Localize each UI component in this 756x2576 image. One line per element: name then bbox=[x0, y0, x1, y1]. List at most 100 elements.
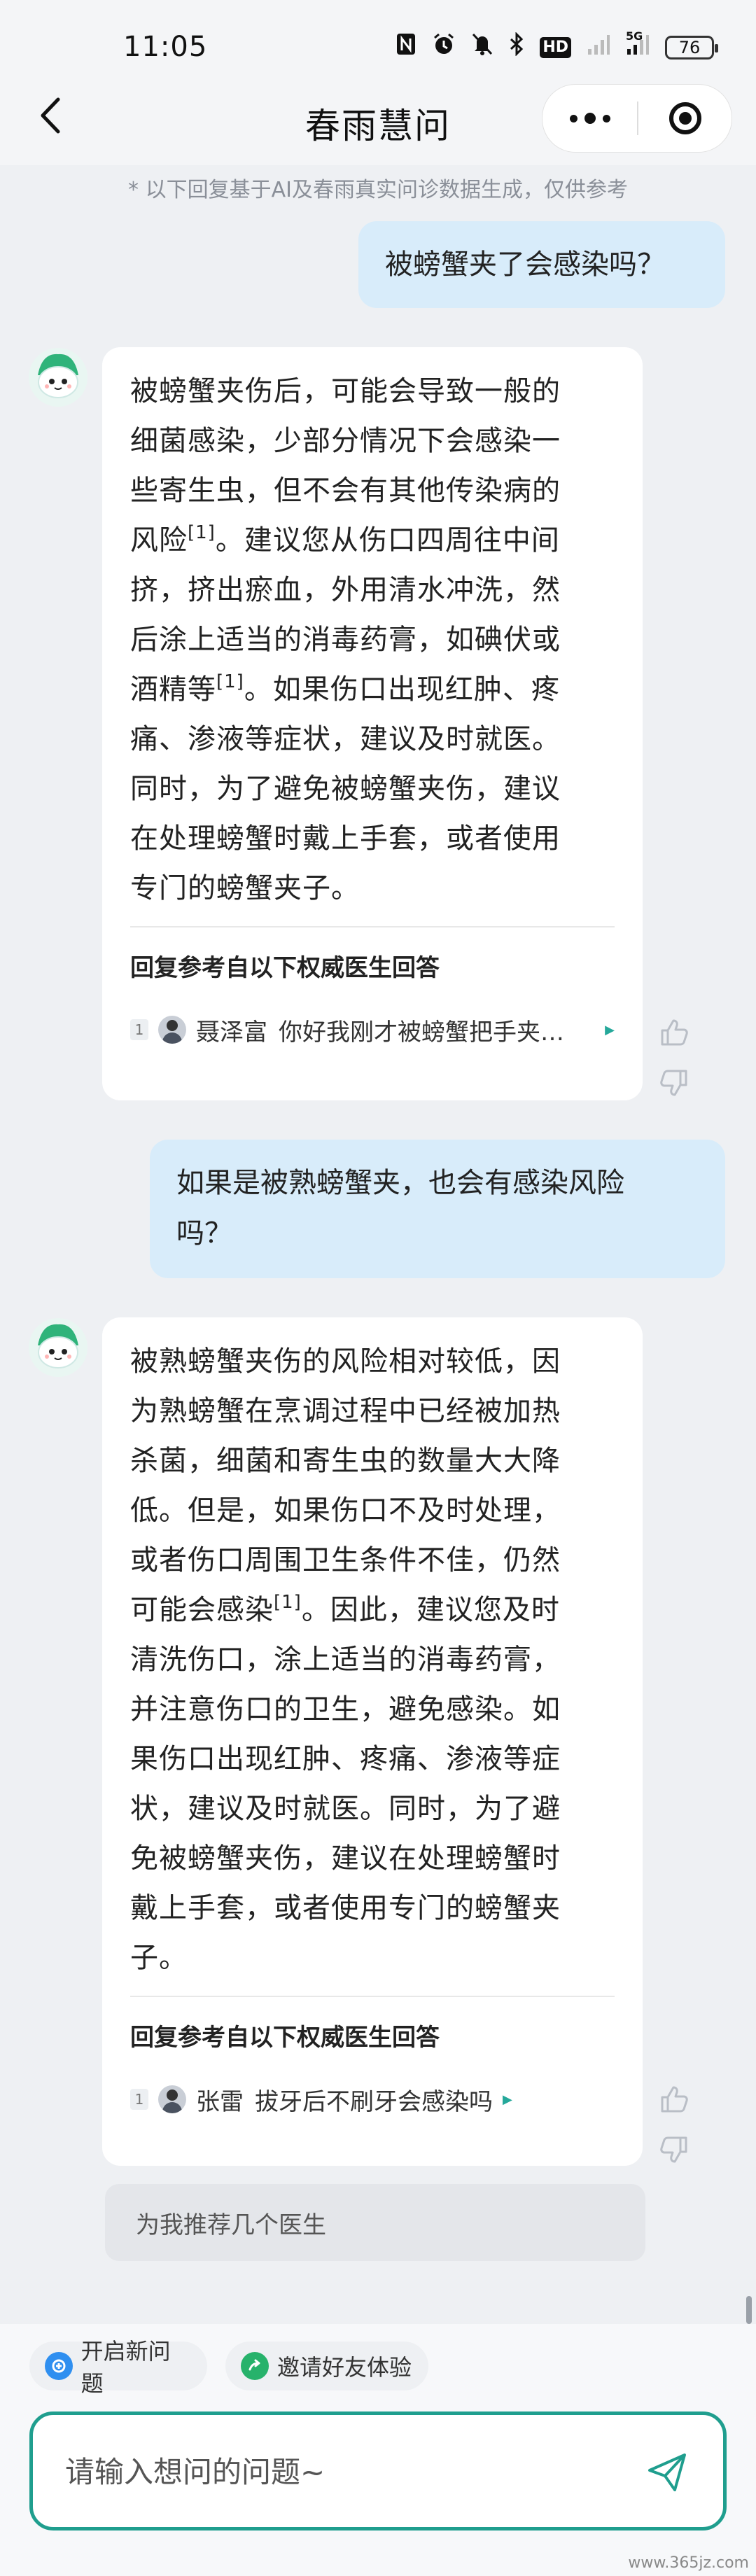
text-line: 在处理螃蟹时戴上手套，或者使用 bbox=[130, 822, 561, 855]
text-line: 后涂上适当的消毒药膏，如碘伏或 bbox=[130, 624, 561, 656]
citation-link[interactable]: [1] bbox=[216, 671, 244, 692]
mute-icon bbox=[471, 32, 493, 62]
text-line: 专门的螃蟹夹子。 bbox=[130, 872, 360, 904]
reference-question: 拔牙后不刷牙会感染吗 bbox=[255, 2087, 493, 2116]
bot-message: 被螃蟹夹伤后，可能会导致一般的 细菌感染，少部分情况下会感染一 些寄生虫，但不会… bbox=[102, 347, 643, 1100]
ai-disclaimer: * 以下回复基于AI及春雨真实问诊数据生成，仅供参考 bbox=[128, 178, 628, 202]
send-icon bbox=[648, 2454, 686, 2491]
doctor-reference-link[interactable]: 1 张雷 拔牙后不刷牙会感染吗 ▶ bbox=[130, 2082, 615, 2117]
5g-signal-icon: 5G bbox=[626, 29, 650, 62]
hd-icon: HD bbox=[540, 36, 571, 58]
text-line: 并注意伤口的卫生，避免感染。如 bbox=[130, 1693, 561, 1726]
thumbs-down-button[interactable] bbox=[658, 2134, 693, 2169]
signal-icon bbox=[587, 32, 610, 62]
send-button[interactable] bbox=[639, 2444, 695, 2500]
text-span: 酒精等 bbox=[130, 673, 216, 706]
play-arrow-icon: ▶ bbox=[503, 2092, 512, 2107]
text-line: 为熟螃蟹在烹调过程中已经被加热 bbox=[130, 1395, 561, 1427]
text-line: 酒精等[1]。如果伤口出现红肿、疼 bbox=[130, 665, 615, 715]
divider bbox=[130, 926, 615, 927]
new-question-button[interactable]: 开启新问题 bbox=[29, 2338, 207, 2397]
more-dots-icon bbox=[569, 113, 610, 124]
bot-avatar-icon bbox=[28, 1317, 88, 1378]
target-circle-icon bbox=[668, 102, 701, 134]
text-line: 风险[1]。建议您从伤口四周往中间 bbox=[130, 516, 615, 566]
text-line: 被螃蟹夹伤后，可能会导致一般的 bbox=[130, 375, 561, 407]
text-line: 可能会感染[1]。因此，建议您及时 bbox=[130, 1586, 615, 1635]
status-time: 11:05 bbox=[123, 31, 208, 63]
doctor-name: 聂泽富 bbox=[196, 1018, 267, 1046]
reference-index: 1 bbox=[130, 2089, 148, 2110]
share-icon bbox=[241, 2352, 269, 2380]
text-line: 被熟螃蟹夹伤的风险相对较低，因 bbox=[130, 1345, 561, 1378]
text-span: 。因此，建议您及时 bbox=[301, 1594, 560, 1626]
user-message-text: 如果是被熟螃蟹夹，也会有感染风险 bbox=[176, 1167, 624, 1199]
text-line: 戴上手套，或者使用专门的螃蟹夹 bbox=[130, 1892, 561, 1924]
invite-friends-label: 邀请好友体验 bbox=[277, 2354, 412, 2381]
text-line: 痛、渗液等症状，建议及时就医。 bbox=[130, 723, 561, 755]
status-icons: HD 5G 76 bbox=[396, 29, 718, 62]
doctor-reference-link[interactable]: 1 聂泽富 你好我刚才被螃蟹把手夹… ▶ bbox=[130, 1012, 615, 1047]
title-bar: 春雨慧问 bbox=[0, 70, 756, 165]
text-line: 杀菌，细菌和寄生虫的数量大大降 bbox=[130, 1445, 561, 1477]
thumbs-up-button[interactable] bbox=[658, 1016, 693, 1051]
scrollbar[interactable] bbox=[746, 2296, 752, 2324]
close-miniprogram-button[interactable] bbox=[638, 85, 732, 152]
watermark: www.365jz.com bbox=[628, 2554, 749, 2572]
text-line: 或者伤口周围卫生条件不佳，仍然 bbox=[130, 1544, 561, 1576]
text-line: 果伤口出现红肿、疼痛、渗液等症 bbox=[130, 1743, 561, 1775]
reference-title: 回复参考自以下权威医生回答 bbox=[130, 2024, 440, 2052]
text-line: 挤，挤出瘀血，外用清水冲洗，然 bbox=[130, 574, 561, 606]
text-line: 细菌感染，少部分情况下会感染一 bbox=[130, 425, 561, 457]
suggested-question-button[interactable]: 为我推荐几个医生 bbox=[105, 2184, 645, 2261]
citation-link[interactable]: [1] bbox=[274, 1592, 302, 1613]
text-line: 低。但是，如果伤口不及时处理， bbox=[130, 1494, 561, 1527]
text-line: 子。 bbox=[130, 1942, 188, 1974]
text-line: 些寄生虫，但不会有其他传染病的 bbox=[130, 475, 561, 507]
thumbs-up-icon bbox=[661, 2086, 688, 2113]
bot-avatar-icon bbox=[28, 347, 88, 407]
reference-index: 1 bbox=[130, 1019, 148, 1040]
doctor-avatar bbox=[158, 1016, 186, 1044]
text-span: 风险 bbox=[130, 524, 188, 556]
thumbs-up-icon bbox=[661, 1019, 688, 1046]
text-line: 清洗伤口，涂上适当的消毒药膏， bbox=[130, 1644, 561, 1676]
new-question-label: 开启新问题 bbox=[80, 2338, 171, 2397]
user-message-text: 吗？ bbox=[176, 1217, 232, 1250]
bluetooth-icon bbox=[509, 31, 524, 62]
reference-question: 你好我刚才被螃蟹把手夹… bbox=[279, 1018, 564, 1046]
text-line: 同时，为了避免被螃蟹夹伤，建议 bbox=[130, 773, 561, 805]
suggested-question-label: 为我推荐几个医生 bbox=[136, 2211, 326, 2239]
mini-program-capsule bbox=[542, 84, 732, 153]
user-message: 被螃蟹夹了会感染吗？ bbox=[358, 221, 725, 308]
nfc-icon bbox=[396, 32, 416, 62]
play-arrow-icon: ▶ bbox=[605, 1022, 615, 1037]
citation-link[interactable]: [1] bbox=[188, 522, 216, 543]
text-line: 状，建议及时就医。同时，为了避 bbox=[130, 1793, 561, 1825]
doctor-avatar bbox=[158, 2085, 186, 2113]
text-span: 可能会感染 bbox=[130, 1594, 274, 1626]
new-question-icon bbox=[45, 2352, 73, 2380]
reference-title: 回复参考自以下权威医生回答 bbox=[130, 954, 440, 982]
text-span: 。建议您从伤口四周往中间 bbox=[215, 524, 560, 556]
network-label: 5G bbox=[626, 29, 643, 43]
bot-message-text: 被熟螃蟹夹伤的风险相对较低，因 为熟螃蟹在烹调过程中已经被加热 杀菌，细菌和寄生… bbox=[130, 1337, 615, 1983]
battery-indicator: 76 bbox=[665, 35, 718, 59]
question-input-box bbox=[29, 2412, 727, 2530]
question-input[interactable] bbox=[64, 2450, 598, 2493]
bot-message: 被熟螃蟹夹伤的风险相对较低，因 为熟螃蟹在烹调过程中已经被加热 杀菌，细菌和寄生… bbox=[102, 1317, 643, 2166]
thumbs-down-button[interactable] bbox=[658, 1067, 693, 1102]
thumbs-down-icon bbox=[660, 2136, 687, 2163]
doctor-name: 张雷 bbox=[196, 2087, 244, 2116]
thumbs-down-icon bbox=[660, 1070, 687, 1096]
more-button[interactable] bbox=[542, 85, 637, 152]
text-span: 。如果伤口出现红肿、疼 bbox=[244, 673, 560, 706]
text-line: 免被螃蟹夹伤，建议在处理螃蟹时 bbox=[130, 1842, 561, 1875]
user-message: 如果是被熟螃蟹夹，也会有感染风险 吗？ bbox=[150, 1140, 725, 1278]
bot-message-text: 被螃蟹夹伤后，可能会导致一般的 细菌感染，少部分情况下会感染一 些寄生虫，但不会… bbox=[130, 367, 615, 913]
user-message-text: 被螃蟹夹了会感染吗？ bbox=[385, 248, 665, 281]
alarm-icon bbox=[432, 32, 456, 62]
thumbs-up-button[interactable] bbox=[658, 2083, 693, 2118]
divider bbox=[130, 1996, 615, 1997]
invite-friends-button[interactable]: 邀请好友体验 bbox=[225, 2342, 428, 2390]
